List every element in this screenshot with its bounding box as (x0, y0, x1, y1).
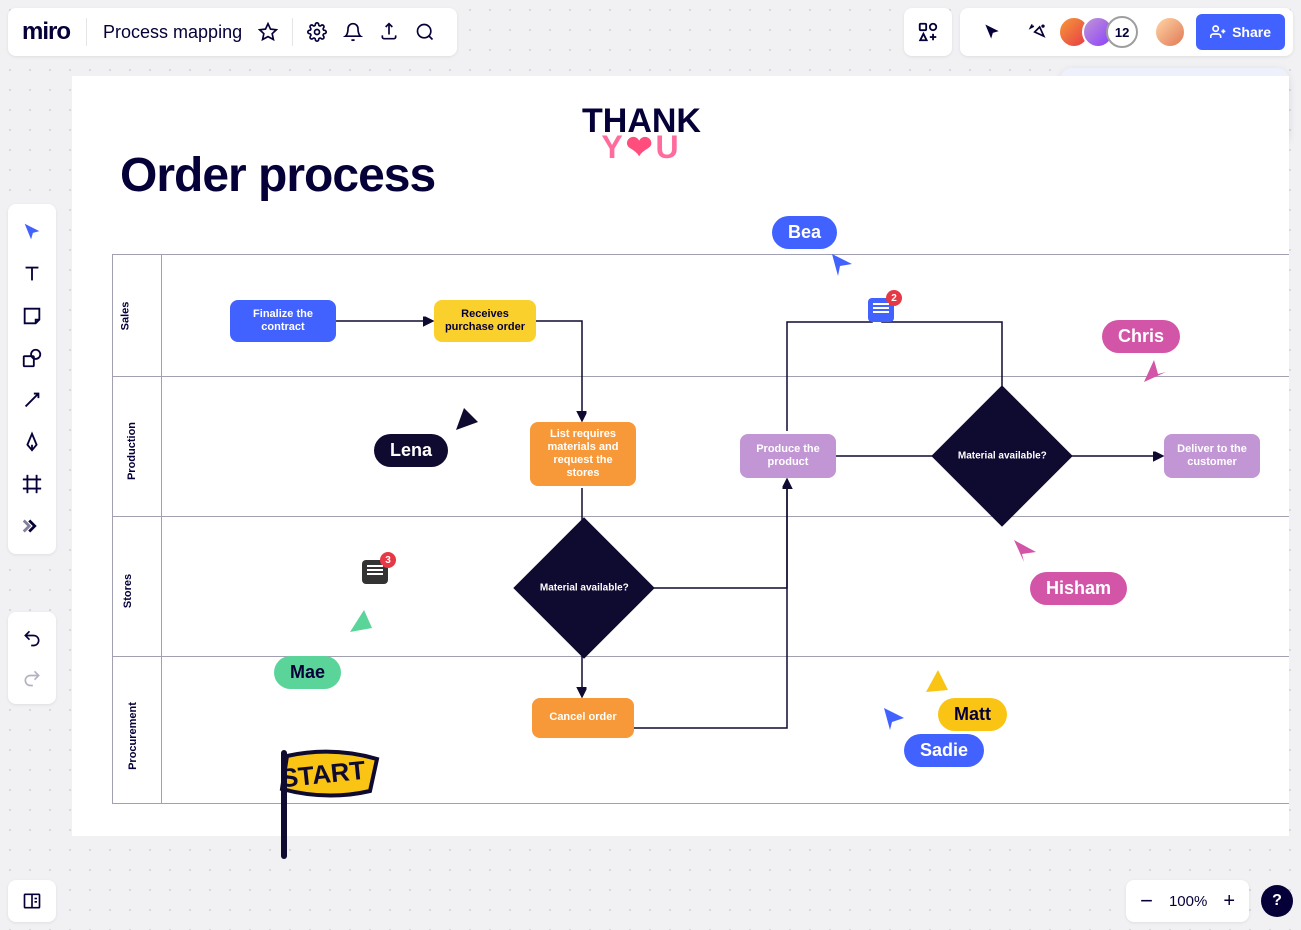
top-left-panel: miro Process mapping (8, 8, 457, 56)
text-tool[interactable] (12, 254, 52, 294)
star-icon[interactable] (250, 14, 286, 50)
lane-headers: Sales Production Stores Procurement (112, 254, 162, 804)
comment-indicator[interactable]: 3 (362, 560, 388, 584)
cursor-matt: Matt (938, 698, 1007, 731)
bottom-right-controls: − 100% + ? (1126, 880, 1293, 922)
settings-icon[interactable] (299, 14, 335, 50)
share-label: Share (1232, 24, 1271, 40)
comment-count-badge: 3 (380, 552, 396, 568)
help-button[interactable]: ? (1261, 885, 1293, 917)
comment-count-badge: 2 (886, 290, 902, 306)
zoom-level[interactable]: 100% (1169, 893, 1207, 910)
undo-button[interactable] (12, 618, 52, 658)
cursor-lena: Lena (374, 434, 448, 467)
export-icon[interactable] (371, 14, 407, 50)
node-receives[interactable]: Receives purchase order (434, 300, 536, 342)
comment-indicator[interactable]: 2 (868, 298, 894, 322)
node-finalize[interactable]: Finalize the contract (230, 300, 336, 342)
lane-label-procurement: Procurement (127, 702, 139, 770)
cursor-hisham: Hisham (1030, 572, 1127, 605)
lane-label-production: Production (126, 422, 138, 480)
node-deliver[interactable]: Deliver to the customer (1164, 434, 1260, 478)
cursor-chris: Chris (1102, 320, 1180, 353)
board-name[interactable]: Process mapping (103, 22, 242, 43)
bell-icon[interactable] (335, 14, 371, 50)
start-sticker[interactable]: START (262, 741, 402, 866)
lane-divider (112, 376, 1289, 377)
apps-button[interactable] (904, 8, 952, 56)
collaborator-avatars[interactable]: 12 (1066, 16, 1138, 48)
pen-tool[interactable] (12, 422, 52, 462)
lane-divider (112, 516, 1289, 517)
node-produce[interactable]: Produce the product (740, 434, 836, 478)
node-cancel[interactable]: Cancel order (532, 698, 634, 738)
frame-tool[interactable] (12, 464, 52, 504)
top-right-panel: 12 Share (960, 8, 1293, 56)
shape-tool[interactable] (12, 338, 52, 378)
cursor-sadie: Sadie (904, 734, 984, 767)
thank-you-sticker[interactable]: THANK Y❤U (582, 108, 701, 161)
sticky-tool[interactable] (12, 296, 52, 336)
left-toolbar (8, 204, 56, 554)
line-tool[interactable] (12, 380, 52, 420)
undo-redo-bar (8, 612, 56, 704)
miro-logo[interactable]: miro (22, 18, 87, 46)
zoom-out-button[interactable]: − (1140, 888, 1153, 914)
avatar-overflow-count[interactable]: 12 (1106, 16, 1138, 48)
cursor-bea: Bea (772, 216, 837, 249)
node-list[interactable]: List requires materials and request the … (530, 422, 636, 486)
user-avatar[interactable] (1154, 16, 1186, 48)
frames-panel-button[interactable] (8, 880, 56, 922)
reactions-icon[interactable] (1020, 14, 1056, 50)
board-canvas[interactable]: Order process THANK Y❤U Sales Production… (72, 76, 1289, 836)
cursor-mae: Mae (274, 656, 341, 689)
search-icon[interactable] (407, 14, 443, 50)
redo-button[interactable] (12, 658, 52, 698)
more-tools[interactable] (12, 506, 52, 546)
zoom-controls: − 100% + (1126, 880, 1249, 922)
zoom-in-button[interactable]: + (1223, 890, 1235, 913)
lane-label-stores: Stores (122, 574, 134, 608)
board-title[interactable]: Order process (120, 148, 435, 203)
lane-label-sales: Sales (119, 302, 131, 331)
cursor-mode-icon[interactable] (974, 14, 1010, 50)
select-tool[interactable] (12, 212, 52, 252)
top-bar: miro Process mapping 12 Share (8, 8, 1293, 56)
share-button[interactable]: Share (1196, 14, 1285, 50)
